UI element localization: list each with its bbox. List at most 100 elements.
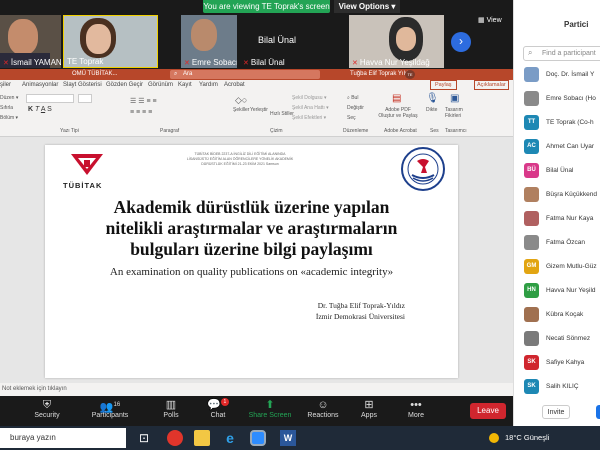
participants-button[interactable]: 👥16 Participants bbox=[85, 398, 135, 426]
alignment-buttons[interactable]: ≡ ≡ ≡ ≡ bbox=[130, 109, 152, 116]
participant-row[interactable]: Emre Sobacı (Ho bbox=[524, 90, 600, 108]
edge-icon[interactable]: e bbox=[222, 430, 238, 446]
view-options-label: View Options bbox=[338, 2, 390, 11]
slide-editing-area: TÜBİTAK TÜBİTAK BİDEB 2237-A İNGİLİZ DİL… bbox=[0, 137, 513, 383]
leave-button[interactable]: Leave bbox=[470, 403, 506, 419]
tab-shapes-partial[interactable]: şiler bbox=[0, 82, 11, 88]
avatar: TT bbox=[524, 115, 539, 130]
video-tile[interactable]: ✕İsmail YAMAN (... bbox=[0, 15, 61, 68]
shape-outline-button[interactable]: Şekil Ana Hattı ▾ bbox=[292, 105, 329, 111]
participant-row[interactable]: Doç. Dr. İsmail Y bbox=[524, 66, 600, 84]
security-button[interactable]: ⛨ Security bbox=[22, 398, 72, 426]
notes-bar[interactable]: Not eklemek için tıklayın bbox=[0, 383, 513, 396]
ribbon-section-label[interactable]: Bölüm ▾ bbox=[0, 115, 18, 121]
task-view-icon[interactable]: ⊡ bbox=[136, 430, 152, 446]
participant-row[interactable]: GM Gizem Mutlu-Güz bbox=[524, 258, 600, 276]
invite-button[interactable]: Invite bbox=[542, 405, 570, 419]
paragraph-buttons[interactable]: ☰ ☰ ≡ ≡ bbox=[130, 97, 157, 105]
polls-label: Polls bbox=[163, 412, 179, 419]
word-icon[interactable]: W bbox=[280, 430, 296, 446]
participant-row[interactable]: TT TE Toprak (Co-h bbox=[524, 114, 600, 132]
font-size-box[interactable] bbox=[78, 94, 92, 103]
share-screen-icon: ⬆ bbox=[265, 399, 275, 411]
participant-name: Havva Nur Yeşild bbox=[546, 287, 596, 294]
gallery-next-arrow-icon[interactable]: › bbox=[451, 32, 471, 52]
tab-view[interactable]: Görünüm bbox=[148, 82, 173, 88]
tab-review[interactable]: Gözden Geçir bbox=[106, 82, 143, 88]
participant-search-input[interactable]: Find a participant bbox=[523, 46, 600, 61]
find-icon: ⌕ bbox=[347, 95, 350, 101]
chat-button[interactable]: 💬 1 Chat bbox=[193, 398, 243, 426]
zoom-icon[interactable] bbox=[250, 430, 266, 446]
polls-button[interactable]: ▥ Polls bbox=[146, 398, 196, 426]
slide[interactable]: TÜBİTAK TÜBİTAK BİDEB 2237-A İNGİLİZ DİL… bbox=[45, 145, 458, 378]
participant-row[interactable]: Fatma Özcan bbox=[524, 234, 600, 252]
powerpoint-title-bar: OMÜ TÜBİTAK... ⌕ Ara Tuğba Elif Toprak Y… bbox=[0, 69, 513, 80]
ribbon-group-font: Yazı Tipi bbox=[60, 128, 79, 134]
opera-icon[interactable] bbox=[167, 430, 183, 446]
search-box-text: Ara bbox=[183, 71, 193, 77]
file-explorer-icon[interactable] bbox=[194, 430, 210, 446]
replace-button[interactable]: Değiştir bbox=[347, 105, 364, 111]
search-icon: ⌕ bbox=[174, 71, 178, 77]
search-box[interactable]: ⌕ Ara bbox=[170, 70, 320, 79]
tab-slideshow[interactable]: Slayt Gösterisi bbox=[63, 82, 102, 88]
participant-row[interactable]: Büşra Küçükkend bbox=[524, 186, 600, 204]
video-tile-name: ✕İsmail YAMAN (... bbox=[3, 58, 61, 67]
design-ideas-button[interactable]: Tasarım Fikirleri bbox=[445, 107, 469, 119]
video-tile-active-speaker[interactable]: TE Toprak bbox=[63, 15, 158, 68]
tab-animations[interactable]: Animasyonlar bbox=[22, 82, 58, 88]
author-name: Dr. Tuğba Elif Toprak-Yıldız bbox=[317, 301, 405, 310]
video-tile[interactable]: Bilal Ünal ✕ Bilal Ünal bbox=[240, 15, 343, 68]
font-name-box[interactable] bbox=[26, 94, 74, 103]
select-button[interactable]: Seç bbox=[347, 115, 356, 121]
format-buttons[interactable]: K T A S bbox=[28, 106, 52, 113]
avatar: AC bbox=[524, 139, 539, 154]
user-name: Tuğba Elif Toprak Yıldız bbox=[350, 71, 413, 77]
dictate-button[interactable]: Dikte bbox=[426, 107, 437, 113]
ribbon-layout-label[interactable]: Düzen ▾ bbox=[0, 95, 18, 101]
participant-row[interactable]: BÜ Bilal Ünal bbox=[524, 162, 600, 180]
view-options-button[interactable]: View Options ▾ bbox=[334, 0, 400, 13]
participant-row[interactable]: Necati Sönmez bbox=[524, 330, 600, 348]
shape-effects-button[interactable]: Şekil Efektleri ▾ bbox=[292, 115, 326, 121]
find-button[interactable]: ⌕ Bul bbox=[347, 95, 358, 101]
weather-widget[interactable]: 18°C Güneşli bbox=[505, 433, 549, 442]
share-screen-button[interactable]: ⬆ Share Screen bbox=[245, 398, 295, 426]
participant-row[interactable]: Kübra Koçak bbox=[524, 306, 600, 324]
tab-record[interactable]: Kayıt bbox=[178, 82, 192, 88]
gallery-view-button[interactable]: ▦ View bbox=[478, 16, 502, 24]
shapes-icon: ◇○ bbox=[235, 95, 248, 105]
participant-row[interactable]: Fatma Nur Kaya bbox=[524, 210, 600, 228]
adobe-pdf-button[interactable]: Adobe PDF Oluştur ve Paylaş bbox=[378, 107, 418, 119]
participant-face bbox=[86, 24, 111, 54]
shapes-button[interactable]: Şekiller bbox=[233, 107, 249, 113]
mute-all-button[interactable] bbox=[596, 405, 600, 419]
share-screen-label: Share Screen bbox=[248, 412, 292, 419]
quick-styles-button[interactable]: Hızlı Stiller bbox=[270, 111, 294, 117]
tab-acrobat[interactable]: Acrobat bbox=[224, 82, 245, 88]
shape-fill-button[interactable]: Şekil Dolgusu ▾ bbox=[292, 95, 326, 101]
video-tile[interactable]: ✕ Havva Nur Yeşildağ bbox=[349, 15, 444, 68]
reactions-button[interactable]: ☺ Reactions bbox=[298, 398, 348, 426]
participant-name: Safiye Kahya bbox=[546, 359, 585, 366]
user-avatar[interactable]: TE bbox=[405, 70, 415, 79]
share-button[interactable]: Paylaş bbox=[430, 80, 457, 90]
participant-row[interactable]: SK Safiye Kahya bbox=[524, 354, 600, 372]
participant-row[interactable]: AC Ahmet Can Uyar bbox=[524, 138, 600, 156]
video-tile[interactable]: ✕ Emre Sobacı bbox=[181, 15, 237, 68]
participant-name: Salih KILIÇ bbox=[546, 383, 579, 390]
taskbar-search-box[interactable]: buraya yazın bbox=[0, 428, 126, 448]
apps-button[interactable]: ⊞ Apps bbox=[344, 398, 394, 426]
arrange-button[interactable]: Yerleştir bbox=[250, 107, 268, 113]
more-button[interactable]: ••• More bbox=[391, 398, 441, 426]
logo-text: TÜBİTAK bbox=[63, 181, 103, 190]
comments-button[interactable]: Açıklamalar bbox=[474, 80, 509, 90]
avatar bbox=[524, 91, 539, 106]
participant-row[interactable]: SK Salih KILIÇ bbox=[524, 378, 600, 396]
temperature: 18°C bbox=[505, 433, 522, 442]
participant-row[interactable]: HN Havva Nur Yeşild bbox=[524, 282, 600, 300]
tab-help[interactable]: Yardım bbox=[199, 82, 218, 88]
ribbon-reset-label[interactable]: Sıfırla bbox=[0, 105, 13, 111]
shared-powerpoint-window: OMÜ TÜBİTAK... ⌕ Ara Tuğba Elif Toprak Y… bbox=[0, 69, 513, 396]
